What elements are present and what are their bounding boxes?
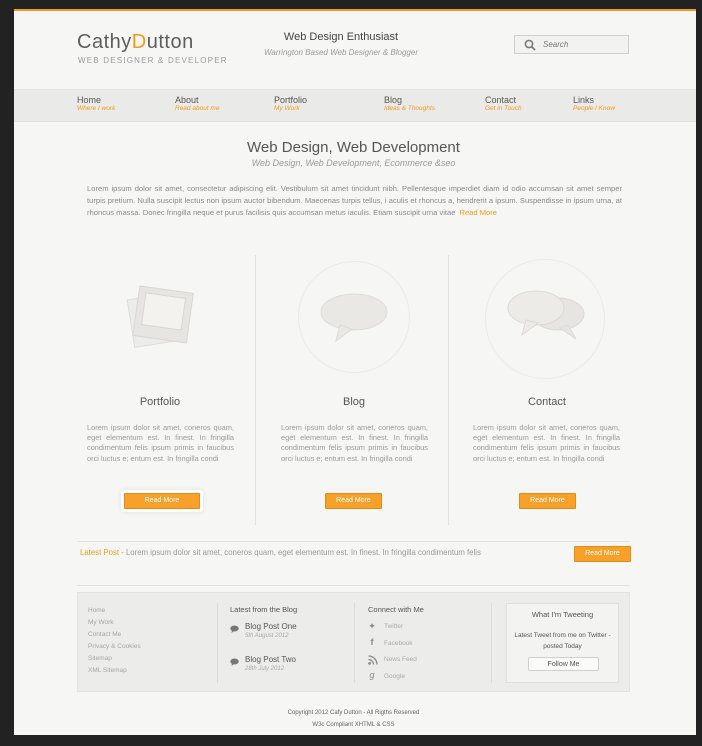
page-subtitle: Web Design, Web Development, Ecommerce &… [251, 158, 456, 168]
nav-sublabel: Get in Touch [485, 105, 522, 112]
footer-link-my-work[interactable]: My Work [88, 619, 114, 626]
footer-blog-heading: Latest from the Blog [230, 605, 298, 614]
footer-post-title[interactable]: Blog Post Two [245, 655, 296, 664]
social-link-twitter[interactable]: Twitter [384, 623, 403, 630]
divider [77, 585, 630, 586]
footer-divider [491, 603, 492, 683]
footer-divider [354, 603, 355, 683]
nav-item-links[interactable]: Links People I Know [573, 95, 615, 112]
footer-link-home[interactable]: Home [88, 607, 105, 614]
copyright-line: Copyright 2012 Cafy Dutton - All Rigths … [287, 710, 420, 716]
footer-link-privacy[interactable]: Privacy & Cookies [88, 643, 141, 650]
main-nav: Home Where I work About Read about me Port… [14, 89, 696, 122]
logo-subtitle: WEB DESIGNER & DEVELOPER [78, 56, 228, 65]
footer-post-title[interactable]: Blog Post One [245, 622, 297, 631]
portfolio-read-more-button[interactable]: Read More [124, 493, 200, 509]
footer-connect-heading: Connect with Me [368, 605, 424, 614]
nav-sublabel: Where I work [77, 105, 116, 112]
footer-link-xml-sitemap[interactable]: XML Sitemap [88, 667, 127, 674]
nav-sublabel: Read about me [175, 105, 220, 112]
nav-label: Blog [384, 95, 403, 105]
nav-label: Contact [485, 95, 517, 105]
logo-part-b: utton [146, 31, 194, 53]
facebook-icon: f [370, 637, 374, 647]
nav-sublabel: My Work [274, 105, 300, 112]
header-tagline-sub: Warrington Based Web Designer & Blogger [263, 48, 418, 57]
compliance-line: W3c Compliant XHTML & CSS [312, 722, 395, 728]
nav-label: About [175, 95, 199, 105]
nav-item-contact[interactable]: Contact Get in Touch [485, 95, 522, 112]
nav-sublabel: Ideas & Thoughts [384, 105, 435, 112]
column-text-portfolio: Lorem ipsum dolor sit amet, coneros quam… [87, 423, 234, 463]
speech-bubble-icon [230, 625, 239, 633]
footer-link-contact[interactable]: Contact Me [88, 631, 121, 638]
footer: Home My Work Contact Me Privacy & Cookie… [77, 592, 630, 692]
column-text-contact: Lorem ipsum dolor sit amet, coneros quam… [473, 423, 620, 463]
twitter-icon: ✦ [368, 621, 376, 631]
column-divider [255, 255, 256, 525]
footer-link-sitemap[interactable]: Sitemap [88, 655, 112, 662]
speech-bubble-icon [320, 293, 388, 343]
nav-label: Home [77, 95, 102, 105]
footer-post-date: 28th July 2012 [245, 666, 285, 672]
nav-label: Links [573, 95, 595, 105]
latest-post-label: Latest Post [80, 548, 120, 557]
chat-bubbles-icon [507, 290, 585, 340]
intro-read-more-link[interactable]: Read More [459, 208, 497, 217]
tweet-text: Latest Tweet from me on Twitter - posted… [514, 632, 611, 650]
latest-post[interactable]: Latest Post - Lorem ipsum dolor sit amet… [80, 548, 560, 557]
latest-read-more-button[interactable]: Read More [574, 546, 631, 562]
header-tagline: Web Design Enthusiast [283, 31, 399, 43]
polaroid-icon [126, 285, 194, 348]
search-input[interactable] [543, 37, 623, 52]
column-title-blog: Blog [342, 396, 366, 408]
column-text-blog: Lorem ipsum dolor sit amet, coneros quam… [281, 423, 428, 463]
nav-label: Portfolio [274, 95, 308, 105]
latest-post-text: - Lorem ipsum dolor sit amet, coneros qu… [119, 548, 481, 557]
tweet-box: What I'm Tweeting Latest Tweet from me o… [506, 603, 619, 683]
site-logo[interactable]: CathyDutton [77, 31, 194, 54]
logo-accent-letter: D [131, 31, 147, 53]
nav-item-blog[interactable]: Blog Ideas & Thoughts [384, 95, 435, 112]
column-title-contact: Contact [528, 396, 566, 408]
footer-divider [217, 603, 218, 683]
social-link-facebook[interactable]: Facebook [384, 640, 413, 647]
google-icon: g [369, 670, 375, 680]
column-divider [448, 255, 449, 525]
nav-item-home[interactable]: Home Where I work [77, 95, 115, 112]
column-title-portfolio: Portfolio [139, 396, 181, 408]
blog-read-more-button[interactable]: Read More [325, 493, 382, 509]
rss-icon [368, 655, 378, 665]
contact-read-more-button[interactable]: Read More [519, 493, 576, 509]
speech-bubble-icon [230, 658, 239, 666]
intro-text: Lorem ipsum dolor sit amet, consectetur … [87, 184, 622, 218]
follow-me-button[interactable]: Follow Me [528, 657, 599, 671]
footer-post-date: 5th August 2012 [245, 633, 289, 639]
divider [77, 541, 630, 542]
page: CathyDutton WEB DESIGNER & DEVELOPER Web… [14, 9, 696, 735]
tweet-heading: What I'm Tweeting [531, 610, 594, 619]
search-icon [524, 39, 536, 51]
nav-item-portfolio[interactable]: Portfolio My Work [274, 95, 307, 112]
page-title: Web Design, Web Development [247, 139, 460, 156]
social-link-google[interactable]: Google [384, 673, 405, 680]
nav-item-about[interactable]: About Read about me [175, 95, 219, 112]
intro-paragraph: Lorem ipsum dolor sit amet, consectetur … [87, 183, 622, 220]
logo-part-a: Cathy [77, 31, 132, 53]
nav-sublabel: People I Know [573, 105, 615, 112]
social-link-news-feed[interactable]: News Feed [384, 656, 417, 663]
search-box[interactable] [514, 35, 629, 54]
